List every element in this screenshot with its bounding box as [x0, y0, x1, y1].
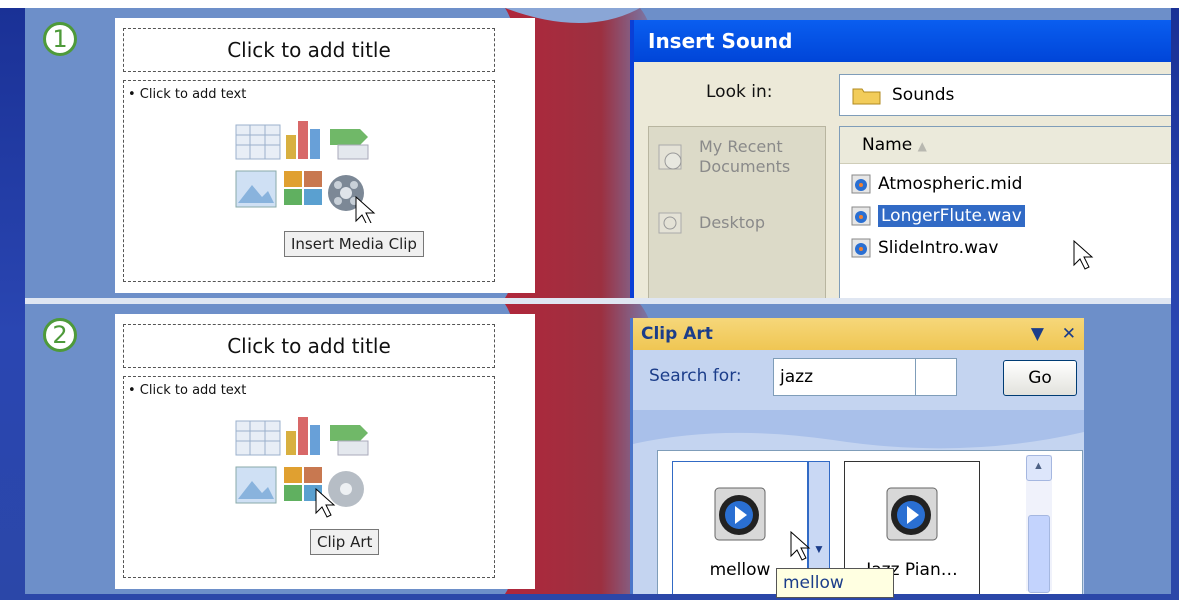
file-list: Name ▲ Atmospheric.mid LongerFlute.wav S… [839, 126, 1171, 298]
file-name: SlideIntro.wav [878, 238, 999, 258]
insert-media-clip-tooltip: Insert Media Clip [284, 231, 424, 257]
chart-icon[interactable] [286, 417, 320, 455]
sound-file-icon [851, 174, 871, 194]
file-name: LongerFlute.wav [877, 204, 1026, 228]
search-for-label: Search for: [649, 366, 742, 386]
recent-documents-icon [658, 144, 682, 170]
bullet-text: • Click to add text [128, 383, 247, 398]
clip-art-icon[interactable] [284, 171, 322, 205]
results-scrollbar[interactable]: ▲ [1026, 455, 1052, 593]
picture-icon[interactable] [235, 170, 277, 208]
clip-art-task-pane: Clip Art ▼ ✕ Search for: jazz Go mellow … [630, 318, 1084, 594]
insert-sound-dialog: Insert Sound Look in: Sounds My Recent D… [630, 20, 1171, 298]
slide-layout-1: Click to add title • Click to add text I… [115, 18, 535, 293]
place-my-recent-documents[interactable]: My Recent Documents [699, 137, 819, 177]
sort-ascending-icon: ▲ [917, 139, 927, 153]
look-in-value: Sounds [892, 85, 955, 105]
places-bar: My Recent Documents Desktop [648, 126, 826, 298]
scroll-up-button[interactable]: ▲ [1026, 455, 1052, 481]
folder-icon [852, 88, 881, 105]
content-icons-group [235, 121, 376, 223]
chart-icon[interactable] [286, 121, 320, 159]
smartart-icon[interactable] [330, 129, 369, 160]
clip-hover-tooltip: mellow [776, 568, 894, 598]
step-2-panel: 2 Click to add title • Click to add text… [25, 304, 1171, 594]
sound-file-icon [851, 238, 871, 258]
content-placeholder[interactable]: • Click to add text Insert Media Clip [123, 80, 495, 282]
top-strip [0, 0, 1179, 8]
title-placeholder[interactable]: Click to add title [123, 28, 495, 72]
smartart-icon[interactable] [330, 425, 369, 456]
step-number-1: 1 [43, 22, 77, 56]
sound-clip-icon [714, 487, 766, 541]
table-icon[interactable] [235, 124, 281, 160]
sound-file-icon [851, 206, 871, 226]
go-button[interactable]: Go [1003, 360, 1077, 396]
file-name: Atmospheric.mid [878, 174, 1023, 194]
desktop-icon [658, 212, 682, 234]
clip-art-tooltip: Clip Art [310, 529, 380, 555]
content-placeholder[interactable]: • Click to add text Clip Art [123, 376, 495, 578]
mouse-cursor-icon [790, 530, 811, 561]
table-icon[interactable] [235, 420, 281, 456]
title-placeholder[interactable]: Click to add title [123, 324, 495, 368]
look-in-combo[interactable]: Sounds [839, 74, 1171, 116]
picture-icon[interactable] [235, 466, 277, 504]
chevron-up-icon: ▲ [1033, 460, 1044, 472]
slide-layout-2: Click to add title • Click to add text C… [115, 314, 535, 589]
name-column-header[interactable]: Name ▲ [840, 127, 1171, 164]
pane-menu-dropdown-icon[interactable]: ▼ [1031, 324, 1044, 344]
bullet-text: • Click to add text [128, 87, 247, 102]
place-desktop[interactable]: Desktop [699, 213, 765, 233]
sound-clip-icon [886, 487, 938, 541]
mouse-cursor-icon [355, 195, 376, 223]
pane-title: Clip Art [641, 324, 713, 344]
search-input-value: jazz [780, 367, 813, 387]
scroll-thumb[interactable] [1028, 515, 1050, 593]
content-icons-group [235, 417, 369, 518]
dialog-title: Insert Sound [634, 20, 1171, 62]
search-input-extension[interactable] [915, 358, 957, 396]
name-column-label: Name [862, 135, 913, 155]
media-clip-icon[interactable] [328, 471, 364, 507]
mouse-cursor-icon [1073, 239, 1094, 270]
look-in-label: Look in: [706, 82, 773, 102]
close-icon[interactable]: ✕ [1062, 324, 1076, 344]
search-input[interactable]: jazz [773, 358, 917, 396]
pane-title-bar: Clip Art ▼ ✕ [633, 318, 1084, 350]
file-item[interactable]: Atmospheric.mid [850, 171, 1022, 197]
file-item[interactable]: SlideIntro.wav [850, 235, 998, 261]
step-number-2: 2 [43, 318, 77, 352]
chevron-down-icon: ▼ [813, 542, 825, 556]
file-item-selected[interactable]: LongerFlute.wav [850, 203, 1026, 229]
step-1-panel: 1 Click to add title • Click to add text… [25, 8, 1171, 298]
